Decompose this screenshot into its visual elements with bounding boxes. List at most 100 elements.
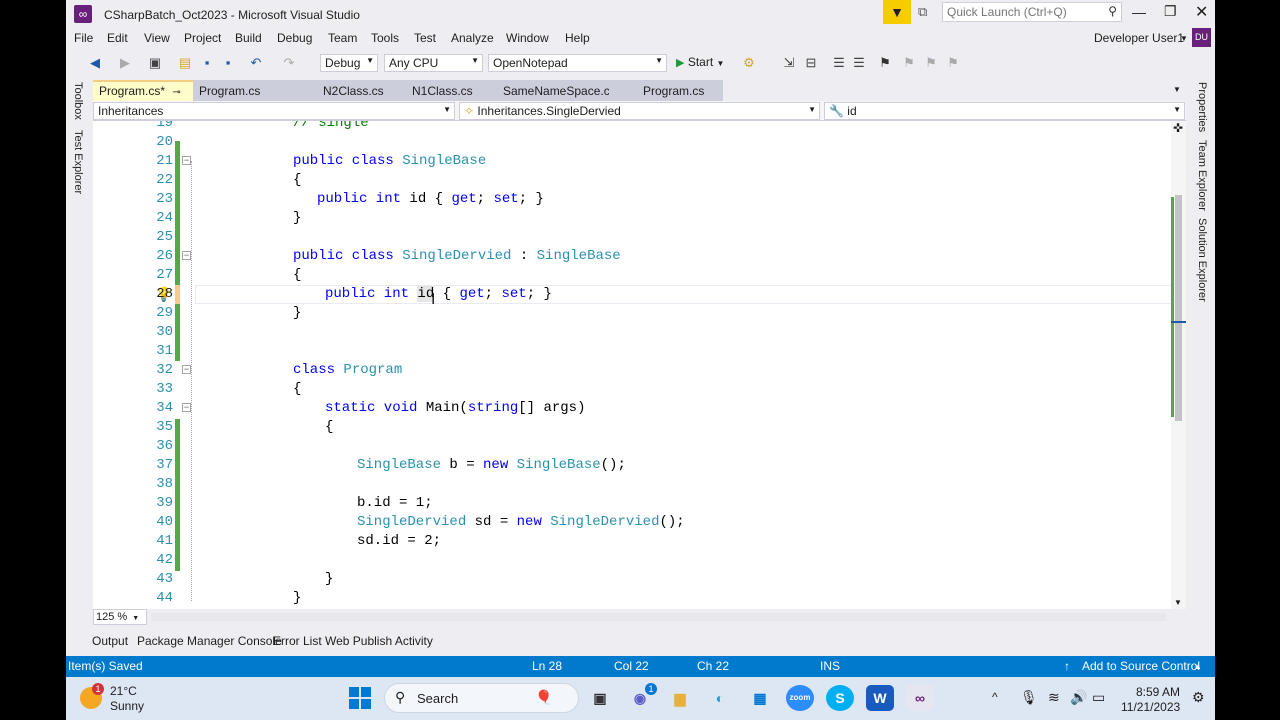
word-icon[interactable]: W: [866, 685, 894, 711]
pin-icon[interactable]: ⊸: [172, 87, 180, 98]
menu-tools[interactable]: Tools: [371, 31, 399, 45]
chevron-down-icon: ▼: [366, 56, 374, 65]
save-icon[interactable]: ▪: [198, 54, 216, 72]
wifi-icon[interactable]: ≋: [1048, 689, 1060, 706]
menu-debug[interactable]: Debug: [277, 31, 312, 45]
menu-analyze[interactable]: Analyze: [451, 31, 494, 45]
package-manager-console-tab[interactable]: Package Manager Console: [137, 634, 282, 648]
close-button[interactable]: ✕: [1195, 2, 1208, 22]
search-icon: ⚲: [1108, 4, 1117, 18]
menu-project[interactable]: Project: [184, 31, 221, 45]
tab-program-cs-active[interactable]: Program.cs* ⊸ ✕: [93, 80, 193, 112]
task-view-icon[interactable]: ▣: [586, 685, 614, 711]
quick-launch-box[interactable]: ⚲: [942, 2, 1122, 22]
member-combo[interactable]: 🔧 id ▼: [824, 102, 1185, 120]
quick-launch-input[interactable]: [943, 3, 1093, 21]
remote-icon[interactable]: ⧉: [918, 4, 927, 20]
edge-icon[interactable]: ◐: [706, 685, 734, 711]
code-editor[interactable]: 💡 − − − − 19// single 20 21 public class …: [93, 121, 1186, 609]
team-explorer-tab[interactable]: Team Explorer: [1196, 140, 1208, 211]
menu-view[interactable]: View: [144, 31, 170, 45]
text-cursor-icon: I: [431, 291, 436, 308]
properties-tab[interactable]: Properties: [1196, 82, 1208, 132]
zoom-icon[interactable]: zoom: [786, 685, 814, 711]
tab-n1class-cs[interactable]: N1Class.cs: [389, 80, 481, 101]
type-combo[interactable]: ✧ Inheritances.SingleDervied ▼: [459, 102, 820, 120]
test-explorer-tab[interactable]: Test Explorer: [72, 130, 84, 194]
visual-studio-window: ∞ CSharpBatch_Oct2023 - Microsoft Visual…: [66, 0, 1215, 720]
menu-test[interactable]: Test: [414, 31, 436, 45]
clear-bookmarks-icon[interactable]: ⚑: [944, 54, 962, 72]
browser-link-icon[interactable]: ⚙: [740, 54, 758, 72]
zoom-select[interactable]: 125 % ▼: [93, 609, 147, 625]
menu-team[interactable]: Team: [328, 31, 357, 45]
file-explorer-icon[interactable]: ▆: [666, 685, 694, 711]
tool-window-tabs: Output Package Manager Console Error Lis…: [66, 626, 1215, 656]
open-folder-icon[interactable]: ▤: [176, 54, 194, 72]
menu-build[interactable]: Build: [235, 31, 262, 45]
menu-edit[interactable]: Edit: [107, 31, 128, 45]
chevron-up-icon[interactable]: ^: [992, 690, 998, 704]
web-publish-activity-tab[interactable]: Web Publish Activity: [325, 634, 433, 648]
tab-samenamespace-cs[interactable]: SameNameSpace.cs: [481, 80, 616, 101]
scroll-down-icon[interactable]: ▼: [1174, 598, 1182, 607]
code-line: 36: [156, 438, 173, 454]
windows-start-icon[interactable]: [349, 687, 371, 709]
search-label: Search: [417, 691, 459, 706]
save-all-icon[interactable]: ▪: [219, 54, 237, 72]
bookmark-icon[interactable]: ⚑: [876, 54, 894, 72]
maximize-button[interactable]: ❐: [1164, 3, 1177, 20]
battery-icon[interactable]: ▭: [1092, 689, 1105, 706]
vertical-scrollbar[interactable]: ✜ ▼: [1171, 121, 1186, 609]
tab-program-cs-2[interactable]: Program.cs: [609, 80, 723, 101]
project-combo[interactable]: Inheritances ▼: [93, 102, 455, 120]
avatar[interactable]: DU: [1192, 28, 1211, 47]
output-tab[interactable]: Output: [92, 634, 128, 648]
next-bookmark-icon[interactable]: ⚑: [922, 54, 940, 72]
step-icon[interactable]: ⇲: [780, 54, 798, 72]
scroll-thumb[interactable]: [1175, 195, 1182, 421]
menu-help[interactable]: Help: [565, 31, 590, 45]
microphone-icon[interactable]: 🎙: [1020, 689, 1038, 706]
taskbar-search[interactable]: ⚲ Search 🎈: [384, 683, 579, 713]
comment-icon[interactable]: ☰: [830, 54, 848, 72]
startup-project-select[interactable]: OpenNotepad ▼: [488, 54, 667, 72]
redo-icon[interactable]: ↷: [280, 54, 298, 72]
status-bar: Item(s) Saved Ln 28 Col 22 Ch 22 INS ↑ A…: [66, 656, 1215, 677]
add-to-source-control-button[interactable]: Add to Source Control: [1082, 659, 1200, 673]
minimize-button[interactable]: —: [1132, 4, 1146, 20]
tab-n2class-cs[interactable]: N2Class.cs: [293, 80, 389, 101]
visual-studio-taskbar-icon[interactable]: ∞: [906, 685, 934, 711]
vs-logo-icon: ∞: [74, 5, 92, 23]
error-list-tab[interactable]: Error List: [273, 634, 322, 648]
skype-icon[interactable]: S: [826, 685, 854, 711]
clock-time[interactable]: 8:59 AM: [1136, 685, 1180, 699]
configuration-select[interactable]: Debug ▼: [320, 54, 378, 72]
forward-icon[interactable]: ▶: [116, 54, 134, 72]
clock-date[interactable]: 11/21/2023: [1121, 700, 1180, 714]
tab-overflow-icon[interactable]: ▼: [1173, 85, 1181, 94]
prev-bookmark-icon[interactable]: ⚑: [900, 54, 918, 72]
weather-widget[interactable]: 1 21°C Sunny: [80, 683, 170, 715]
user-name[interactable]: Developer User1: [1094, 31, 1184, 45]
volume-icon[interactable]: 🔊: [1070, 689, 1087, 706]
solution-explorer-tab[interactable]: Solution Explorer: [1196, 218, 1208, 302]
user-dropdown-icon[interactable]: ▼: [1180, 34, 1188, 43]
platform-select[interactable]: Any CPU ▼: [384, 54, 483, 72]
menu-file[interactable]: File: [74, 31, 93, 45]
notification-icon[interactable]: ⚙: [1192, 689, 1205, 706]
tab-program-cs[interactable]: Program.cs: [193, 80, 293, 101]
split-icon[interactable]: ✜: [1173, 121, 1183, 135]
undo-icon[interactable]: ↶: [247, 54, 265, 72]
new-project-icon[interactable]: ▣: [146, 54, 164, 72]
breakpoint-icon[interactable]: ⊟: [802, 54, 820, 72]
uncomment-icon[interactable]: ☰: [850, 54, 868, 72]
store-icon[interactable]: ▦: [746, 685, 774, 711]
horizontal-scrollbar[interactable]: [151, 613, 1166, 621]
back-icon[interactable]: ◀: [86, 54, 104, 72]
feedback-filter-icon[interactable]: ▼: [883, 0, 911, 24]
menu-window[interactable]: Window: [506, 31, 549, 45]
windows-taskbar: 1 21°C Sunny ⚲ Search 🎈 ▣ ◉ 1 ▆ ◐ ▦ zoom…: [66, 677, 1215, 720]
start-button[interactable]: ▶ Start ▼: [676, 55, 724, 69]
toolbox-tab[interactable]: Toolbox: [72, 82, 84, 120]
